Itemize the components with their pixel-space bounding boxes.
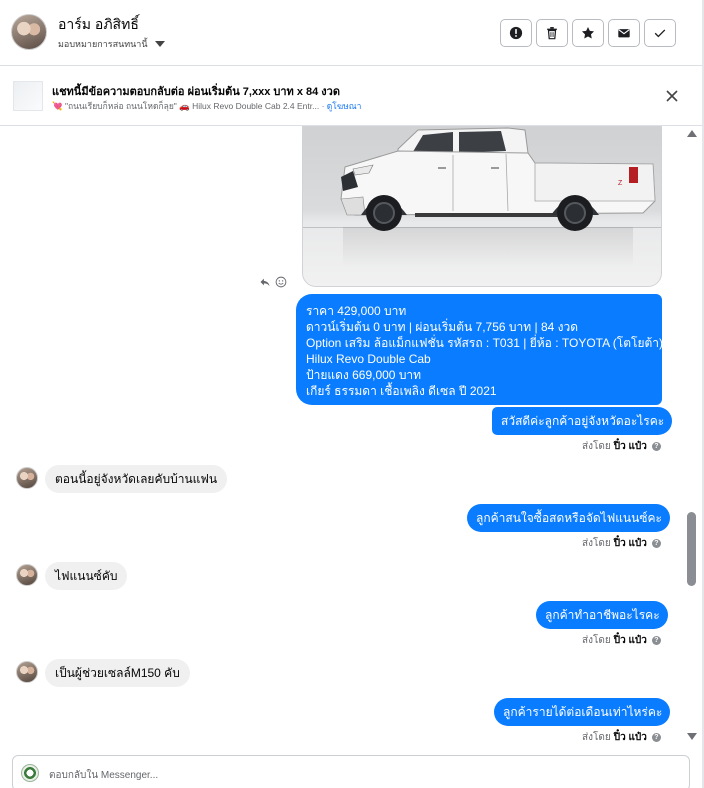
- envelope-icon: [618, 29, 630, 38]
- close-icon[interactable]: [664, 88, 680, 104]
- message-line: Option เสริม ล้อแม็กแฟชั่น รหัสรถ : T031…: [306, 336, 664, 350]
- sent-by-label: ส่งโดย ปิ๋ว แป๋ว ?: [582, 633, 661, 648]
- contact-avatar-small[interactable]: [16, 467, 38, 489]
- car-photo-attachment[interactable]: Z: [302, 126, 662, 287]
- contact-avatar[interactable]: [11, 14, 47, 50]
- mark-spam-button[interactable]: [500, 19, 532, 47]
- incoming-message[interactable]: ไฟแนนซ์คับ: [45, 562, 128, 590]
- help-icon[interactable]: ?: [651, 733, 661, 742]
- alert-circle-icon: [509, 26, 523, 40]
- sender-name[interactable]: ปิ๋ว แป๋ว: [614, 633, 647, 648]
- outgoing-message[interactable]: ลูกค้ารายได้ต่อเดือนเท่าไหร่คะ: [494, 698, 671, 726]
- delete-button[interactable]: [536, 19, 568, 47]
- incoming-message[interactable]: ตอนนี้อยู่จังหวัดเลยคับบ้านแฟน: [45, 465, 228, 493]
- sent-by-label: ส่งโดย ปิ๋ว แป๋ว ?: [582, 536, 661, 551]
- sent-by-label: ส่งโดย ปิ๋ว แป๋ว ?: [582, 730, 661, 745]
- header-actions: [500, 19, 676, 47]
- message-actions: [259, 276, 287, 288]
- mark-done-button[interactable]: [644, 19, 676, 47]
- scroll-up-arrow-icon[interactable]: [687, 130, 697, 137]
- message-line: เกียร์ ธรรมดา เชื้อเพลิง ดีเซล ปี 2021: [306, 384, 497, 398]
- scroll-thumb[interactable]: [687, 512, 696, 586]
- help-icon[interactable]: ?: [651, 442, 661, 451]
- sender-name[interactable]: ปิ๋ว แป๋ว: [614, 730, 647, 745]
- contact-avatar-small[interactable]: [16, 661, 38, 683]
- assign-label: มอบหมายการสนทนานี้: [58, 39, 148, 49]
- sent-by-prefix: ส่งโดย: [582, 441, 611, 452]
- reply-icon[interactable]: [259, 276, 271, 288]
- incoming-message[interactable]: เป็นผู้ช่วยเซลล์M150 คับ: [45, 659, 190, 687]
- ad-thumbnail[interactable]: [13, 81, 43, 111]
- trash-icon: [547, 27, 557, 40]
- star-button[interactable]: [572, 19, 604, 47]
- reply-composer[interactable]: ตอบกลับใน Messenger...: [12, 755, 690, 788]
- mark-unread-button[interactable]: [608, 19, 640, 47]
- outgoing-message[interactable]: ลูกค้าสนใจซื้อสดหรือจัดไฟแนนซ์คะ: [467, 504, 670, 532]
- sent-by-prefix: ส่งโดย: [582, 732, 611, 743]
- view-ad-link[interactable]: ดูโฆษณา: [327, 101, 362, 111]
- page-avatar: [21, 764, 39, 782]
- checkmark-icon: [654, 29, 666, 38]
- outgoing-message[interactable]: ลูกค้าทำอาชีพอะไรคะ: [536, 601, 668, 629]
- svg-text:Z: Z: [618, 180, 623, 187]
- message-line: Hilux Revo Double Cab: [306, 352, 431, 366]
- sent-by-label: ส่งโดย ปิ๋ว แป๋ว ?: [582, 439, 661, 454]
- sender-name[interactable]: ปิ๋ว แป๋ว: [614, 536, 647, 551]
- outgoing-message-car-details[interactable]: ราคา 429,000 บาท ดาวน์เริ่มต้น 0 บาท | ผ…: [296, 294, 664, 405]
- conversation-header: อาร์ม อภิสิทธิ์ มอบหมายการสนทนานี้: [0, 0, 704, 66]
- thread-scrollbar[interactable]: [681, 126, 703, 746]
- ad-description: 💘 "ถนนเรียบก็หล่อ ถนนโหดก็ลุย" 🚗 Hilux R…: [52, 99, 361, 113]
- message-line: ป้ายแดง 669,000 บาท: [306, 368, 422, 382]
- contact-name[interactable]: อาร์ม อภิสิทธิ์: [58, 14, 139, 36]
- help-icon[interactable]: ?: [651, 539, 661, 548]
- contact-avatar-small[interactable]: [16, 564, 38, 586]
- ad-description-text: 💘 "ถนนเรียบก็หล่อ ถนนโหดก็ลุย" 🚗 Hilux R…: [52, 101, 327, 111]
- sender-name[interactable]: ปิ๋ว แป๋ว: [614, 439, 647, 454]
- message-thread[interactable]: Z ราคา 429,000 บาท ดาวน์เริ่มต้น 0 บาท |…: [0, 126, 681, 750]
- message-line: ดาวน์เริ่มต้น 0 บาท | ผ่อนเริ่มต้น 7,756…: [306, 320, 579, 334]
- outgoing-message[interactable]: สวัสดีค่ะลูกค้าอยู่จังหวัดอะไรคะ: [492, 407, 673, 435]
- pickup-truck-image: Z: [340, 127, 656, 231]
- ad-context-bar: แชทนี้มีข้อความตอบกลับต่อ ผ่อนเริ่มต้น 7…: [0, 66, 704, 126]
- scroll-down-arrow-icon[interactable]: [687, 733, 697, 740]
- assign-conversation-dropdown[interactable]: มอบหมายการสนทนานี้: [58, 37, 165, 51]
- chevron-down-icon: [154, 41, 165, 47]
- sent-by-prefix: ส่งโดย: [582, 635, 611, 646]
- message-line: ราคา 429,000 บาท: [306, 304, 407, 318]
- star-icon: [581, 27, 595, 39]
- reply-input-placeholder[interactable]: ตอบกลับใน Messenger...: [49, 768, 158, 783]
- ad-title: แชทนี้มีข้อความตอบกลับต่อ ผ่อนเริ่มต้น 7…: [52, 86, 341, 98]
- sent-by-prefix: ส่งโดย: [582, 538, 611, 549]
- emoji-reaction-icon[interactable]: [275, 276, 287, 288]
- help-icon[interactable]: ?: [651, 636, 661, 645]
